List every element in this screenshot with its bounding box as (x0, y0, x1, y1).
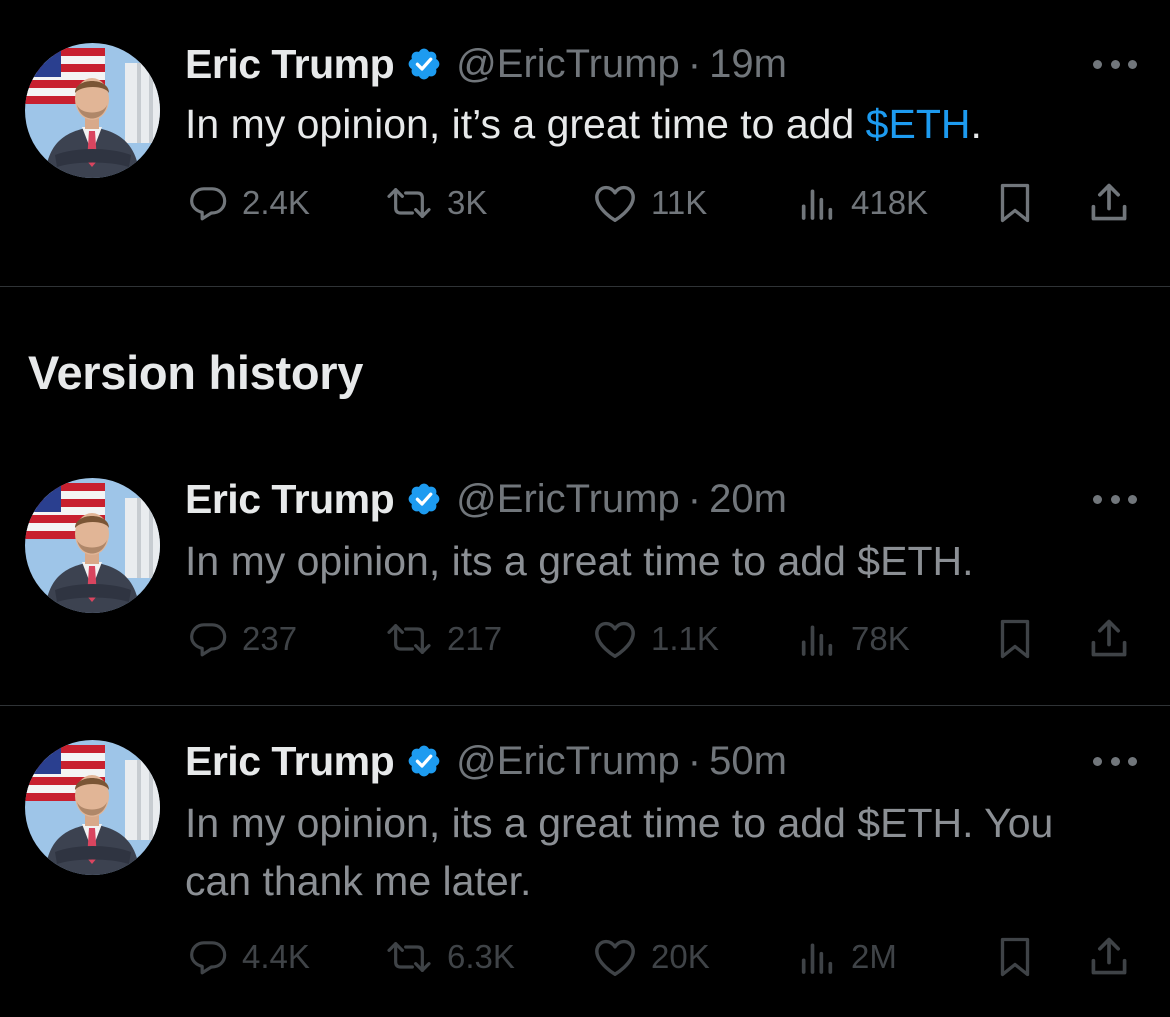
divider (0, 286, 1170, 287)
view-count: 2M (851, 938, 897, 975)
bookmark-button[interactable] (995, 617, 1035, 661)
like-count: 20K (651, 938, 710, 975)
timestamp[interactable]: 20m (709, 477, 787, 522)
bookmark-button[interactable] (995, 181, 1035, 225)
like-icon (595, 939, 635, 976)
version-history-title: Version history (28, 346, 364, 399)
views-button[interactable]: 418K (797, 181, 928, 225)
author-handle[interactable]: @EricTrump (456, 477, 680, 522)
more-icon[interactable] (1093, 754, 1137, 768)
reply-count: 4.4K (242, 938, 310, 975)
reply-count: 2.4K (242, 184, 310, 221)
share-button[interactable] (1087, 181, 1131, 225)
author-name[interactable]: Eric Trump (185, 41, 395, 88)
like-count: 11K (651, 184, 708, 221)
like-button[interactable]: 1.1K (593, 617, 719, 661)
separator-dot: · (687, 738, 702, 783)
views-icon (801, 943, 833, 974)
more-icon[interactable] (1093, 492, 1137, 506)
view-count: 78K (851, 620, 910, 657)
bookmark-icon (1000, 183, 1030, 223)
author-handle[interactable]: @EricTrump (456, 739, 680, 784)
repost-button[interactable]: 6.3K (385, 935, 515, 979)
tweet-text-line: can thank me later. (185, 858, 532, 904)
separator-dot: · (687, 476, 702, 521)
action-bar: 4.4K 6.3K 20K 2M (185, 935, 1145, 979)
tweet-header: Eric Trump @EricTrump · 20m (185, 473, 787, 525)
views-icon (801, 625, 833, 656)
tweet-text-after: . (970, 101, 982, 147)
repost-button[interactable]: 3K (385, 181, 487, 225)
share-icon (1091, 619, 1127, 657)
reply-icon (190, 187, 227, 221)
repost-count: 3K (447, 184, 488, 221)
like-button[interactable]: 11K (593, 181, 707, 225)
views-button[interactable]: 2M (797, 935, 897, 979)
tweet-header: Eric Trump @EricTrump · 19m (185, 38, 787, 90)
tweet-text: In my opinion, it’s a great time to add … (185, 95, 1145, 153)
share-icon (1091, 183, 1127, 221)
repost-count: 6.3K (447, 938, 515, 975)
timestamp[interactable]: 19m (709, 42, 787, 87)
tweet-text-line: In my opinion, its a great time to add $… (185, 800, 1054, 846)
author-name[interactable]: Eric Trump (185, 738, 395, 785)
reply-button[interactable]: 4.4K (188, 935, 310, 979)
like-icon (595, 621, 635, 658)
timestamp[interactable]: 50m (709, 739, 787, 784)
action-bar: 2.4K 3K 11K 418K (185, 181, 1145, 225)
verified-badge-icon (406, 481, 442, 517)
reply-icon (190, 941, 227, 975)
bookmark-icon (1000, 619, 1030, 659)
like-button[interactable]: 20K (593, 935, 710, 979)
tweet-header: Eric Trump @EricTrump · 50m (185, 735, 787, 787)
bookmark-button[interactable] (995, 935, 1035, 979)
share-icon (1091, 937, 1127, 975)
author-name[interactable]: Eric Trump (185, 476, 395, 523)
bookmark-icon (1000, 937, 1030, 977)
repost-button[interactable]: 217 (385, 617, 502, 661)
more-icon[interactable] (1093, 57, 1137, 71)
repost-icon (387, 624, 431, 654)
avatar[interactable] (25, 740, 160, 875)
repost-icon (387, 942, 431, 972)
repost-icon (387, 188, 431, 218)
tweet-text: In my opinion, its a great time to add $… (185, 538, 974, 584)
verified-badge-icon (406, 46, 442, 82)
reply-button[interactable]: 237 (188, 617, 297, 661)
action-bar: 237 217 1.1K 78K (185, 617, 1145, 661)
reply-icon (190, 623, 227, 657)
avatar[interactable] (25, 43, 160, 178)
tweet-text-before: In my opinion, it’s a great time to add (185, 101, 866, 147)
share-button[interactable] (1087, 935, 1131, 979)
reply-count: 237 (242, 620, 298, 657)
view-count: 418K (851, 184, 929, 221)
separator-dot: · (687, 41, 702, 86)
reply-button[interactable]: 2.4K (188, 181, 310, 225)
author-handle[interactable]: @EricTrump (456, 42, 680, 87)
avatar[interactable] (25, 478, 160, 613)
cashtag-link[interactable]: $ETH (866, 101, 971, 147)
views-icon (801, 189, 833, 220)
share-button[interactable] (1087, 617, 1131, 661)
divider (0, 705, 1170, 706)
like-icon (595, 185, 635, 222)
like-count: 1.1K (651, 620, 719, 657)
tweet-text: In my opinion, its a great time to add $… (185, 794, 1145, 910)
verified-badge-icon (406, 743, 442, 779)
views-button[interactable]: 78K (797, 617, 910, 661)
repost-count: 217 (447, 620, 503, 657)
